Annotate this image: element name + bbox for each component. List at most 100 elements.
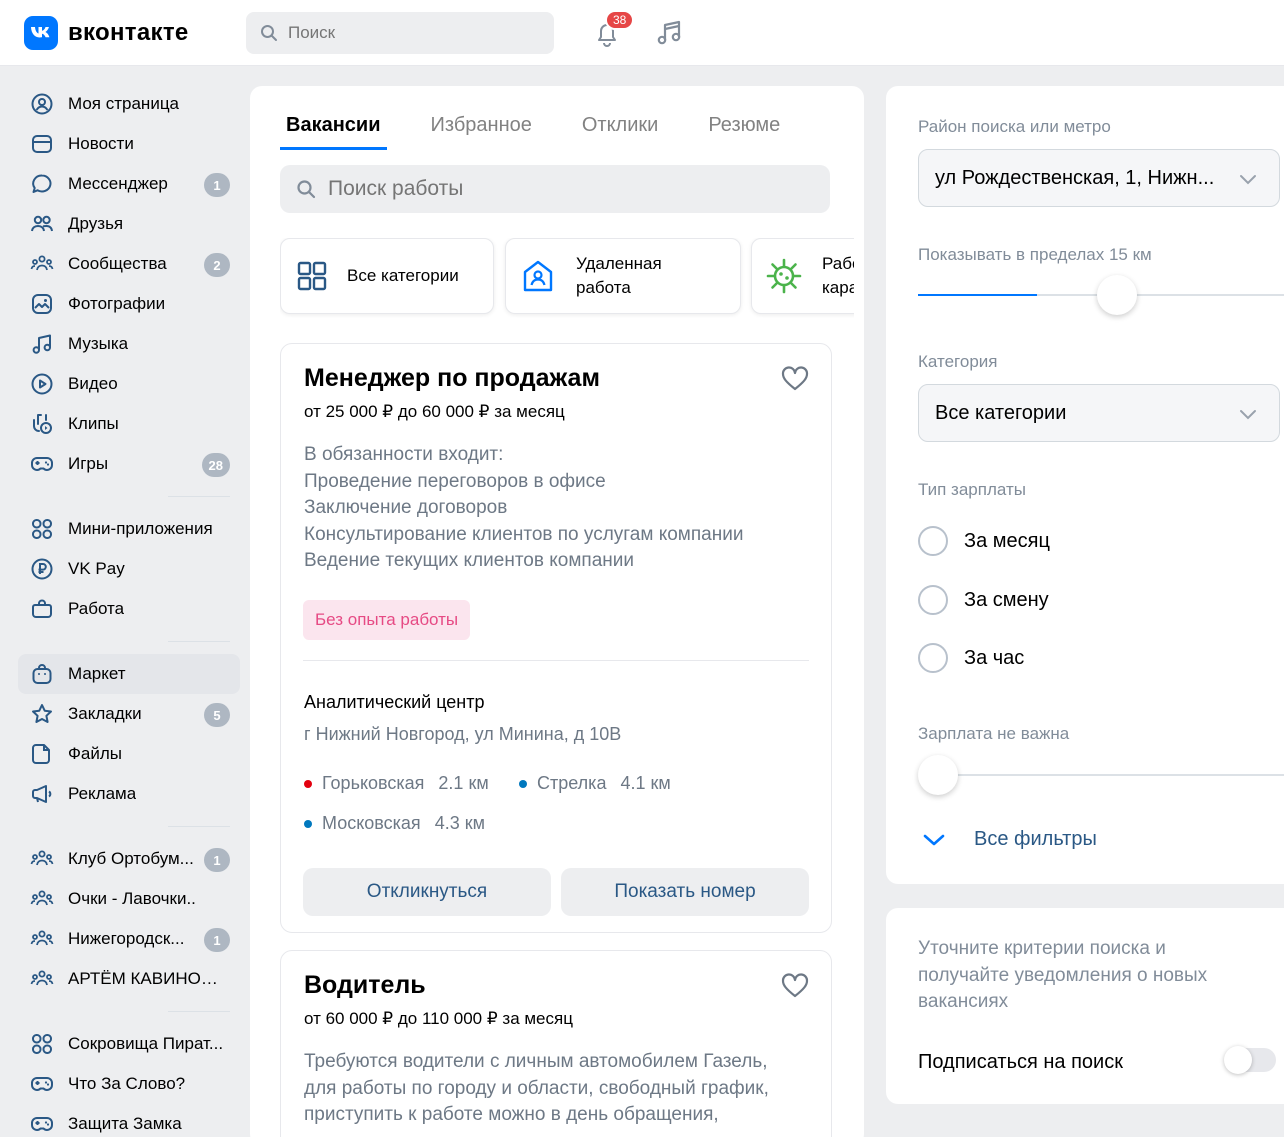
- sidebar-item-groups-0[interactable]: Клуб Ортобум... 1: [18, 839, 240, 879]
- filters-panel: Район поиска или метро ул Рождественская…: [886, 86, 1284, 884]
- sidebar-item-groups-3[interactable]: АРТЁМ КАВИНОВ ...: [18, 959, 240, 999]
- global-search-input[interactable]: [288, 23, 528, 43]
- radio-per-shift[interactable]: За смену: [918, 585, 1049, 615]
- category-remote[interactable]: Удаленная работа: [505, 238, 741, 314]
- job-title[interactable]: Водитель: [304, 971, 426, 1000]
- grid-icon: [297, 261, 327, 291]
- counter-badge: 5: [204, 703, 230, 727]
- sidebar-item-games-0[interactable]: Сокровища Пират...: [18, 1024, 240, 1064]
- sidebar-item-items-3[interactable]: Друзья: [18, 204, 240, 244]
- radio-circle[interactable]: [918, 643, 948, 673]
- radius-slider-thumb[interactable]: [1096, 275, 1137, 315]
- sidebar-item-label: Сокровища Пират...: [68, 1034, 224, 1053]
- job-card[interactable]: Водитель от 60 000 ₽ до 110 000 ₽ за мес…: [280, 950, 832, 1137]
- company-name[interactable]: Аналитический центр: [304, 692, 485, 713]
- sidebar-divider: [168, 826, 230, 827]
- category-quarantine[interactable]: Работа на карантине: [751, 238, 854, 314]
- counter-badge: 1: [204, 173, 230, 197]
- metro-distance: 4.1 км: [620, 773, 671, 793]
- category-label: Все категории: [347, 266, 459, 285]
- search-icon: [297, 180, 316, 199]
- sidebar-item-apps-1[interactable]: VK Pay: [18, 549, 240, 589]
- sidebar-item-items-7[interactable]: Видео: [18, 364, 240, 404]
- sidebar-item-items-1[interactable]: Новости: [18, 124, 240, 164]
- job-title[interactable]: Менеджер по продажам: [304, 364, 600, 393]
- sidebar-item-more-0[interactable]: Маркет: [18, 654, 240, 694]
- vk-logo[interactable]: вконтакте: [24, 16, 189, 50]
- tab-vacancies[interactable]: Вакансии: [280, 108, 387, 150]
- vk-logo-icon: [31, 27, 50, 38]
- sidebar-item-items-4[interactable]: Сообщества 2: [18, 244, 240, 284]
- sidebar-item-label: Файлы: [68, 744, 123, 763]
- radio-per-month[interactable]: За месяц: [918, 526, 1050, 556]
- job-search-input[interactable]: [328, 177, 808, 201]
- sidebar-item-games-1[interactable]: Что За Слово?: [18, 1064, 240, 1104]
- sidebar-item-label: Маркет: [68, 664, 126, 683]
- district-label: Район поиска или метро: [918, 117, 1111, 136]
- briefcase-icon: [28, 595, 56, 623]
- sidebar-item-label: Сообщества: [68, 254, 167, 273]
- salary-slider[interactable]: [918, 755, 1284, 795]
- salary-slider-thumb[interactable]: [918, 755, 958, 795]
- sidebar-item-label: Очки - Лавочки..: [68, 889, 196, 908]
- sidebar-item-items-8[interactable]: Клипы: [18, 404, 240, 444]
- category-label: Удаленная работа: [576, 254, 662, 297]
- sidebar-item-items-6[interactable]: Музыка: [18, 324, 240, 364]
- job-description-line: Проведение переговоров в офисе: [304, 470, 606, 492]
- category-all[interactable]: Все категории: [280, 238, 494, 314]
- counter-badge: 28: [201, 453, 230, 477]
- sidebar-item-label: Друзья: [68, 214, 124, 233]
- job-card[interactable]: Менеджер по продажам от 25 000 ₽ до 60 0…: [280, 343, 832, 933]
- sidebar-divider: [168, 496, 230, 497]
- sidebar-item-label: Новости: [68, 134, 134, 153]
- heart-icon[interactable]: [781, 366, 809, 392]
- sidebar-item-items-2[interactable]: Мессенджер 1: [18, 164, 240, 204]
- heart-icon[interactable]: [781, 973, 809, 999]
- radio-circle[interactable]: [918, 585, 948, 615]
- subscribe-toggle[interactable]: [1224, 1046, 1276, 1074]
- job-salary: от 25 000 ₽ до 60 000 ₽ за месяц: [304, 402, 565, 421]
- radio-per-hour[interactable]: За час: [918, 643, 1024, 673]
- sidebar-item-groups-2[interactable]: Нижегородск... 1: [18, 919, 240, 959]
- tab-responses[interactable]: Отклики: [576, 108, 664, 150]
- tab-resume[interactable]: Резюме: [702, 108, 786, 150]
- sidebar-item-apps-2[interactable]: Работа: [18, 589, 240, 629]
- sidebar-item-items-5[interactable]: Фотографии: [18, 284, 240, 324]
- sidebar-item-items-0[interactable]: Моя страница: [18, 84, 240, 124]
- sidebar-item-more-2[interactable]: Файлы: [18, 734, 240, 774]
- job-salary: от 60 000 ₽ до 110 000 ₽ за месяц: [304, 1009, 573, 1028]
- sidebar-item-games-2[interactable]: Защита Замка: [18, 1104, 240, 1137]
- show-phone-button[interactable]: Показать номер: [561, 868, 809, 916]
- global-search[interactable]: [246, 12, 554, 54]
- metro-dot: [519, 779, 527, 788]
- sidebar-item-more-1[interactable]: Закладки 5: [18, 694, 240, 734]
- radio-circle[interactable]: [918, 526, 948, 556]
- sidebar-item-label: Фотографии: [68, 294, 166, 313]
- sidebar-item-groups-1[interactable]: Очки - Лавочки..: [18, 879, 240, 919]
- district-select[interactable]: ул Рождественская, 1, Нижн...: [918, 149, 1280, 207]
- sidebar-item-label: Клипы: [68, 414, 119, 433]
- divider: [303, 660, 809, 661]
- sidebar-item-items-9[interactable]: Игры 28: [18, 444, 240, 484]
- communities-icon: [28, 965, 56, 993]
- category-select[interactable]: Все категории: [918, 384, 1280, 442]
- metro-name: Московская: [322, 813, 421, 833]
- experience-tag: Без опыта работы: [303, 600, 471, 640]
- counter-badge: 1: [204, 848, 230, 872]
- remote-house-icon: [523, 260, 553, 292]
- job-description-line: Консультирование клиентов по услугам ком…: [304, 523, 744, 545]
- tab-favorites[interactable]: Избранное: [425, 108, 538, 150]
- radius-slider[interactable]: [918, 275, 1284, 315]
- metro-name: Горьковская: [322, 773, 425, 793]
- metro-distance: 2.1 км: [438, 773, 489, 793]
- sidebar-item-label: VK Pay: [68, 559, 125, 578]
- sidebar-item-apps-0[interactable]: Мини-приложения: [18, 509, 240, 549]
- metro-distance: 4.3 км: [434, 813, 485, 833]
- sidebar-item-label: Что За Слово?: [68, 1074, 186, 1093]
- respond-button[interactable]: Откликнуться: [303, 868, 551, 916]
- music-icon[interactable]: [655, 18, 685, 48]
- job-search[interactable]: [280, 165, 830, 213]
- sidebar-item-more-3[interactable]: Реклама: [18, 774, 240, 814]
- job-description-line: В обязанности входит:: [304, 444, 504, 465]
- all-filters-button[interactable]: Все фильтры: [922, 828, 1097, 851]
